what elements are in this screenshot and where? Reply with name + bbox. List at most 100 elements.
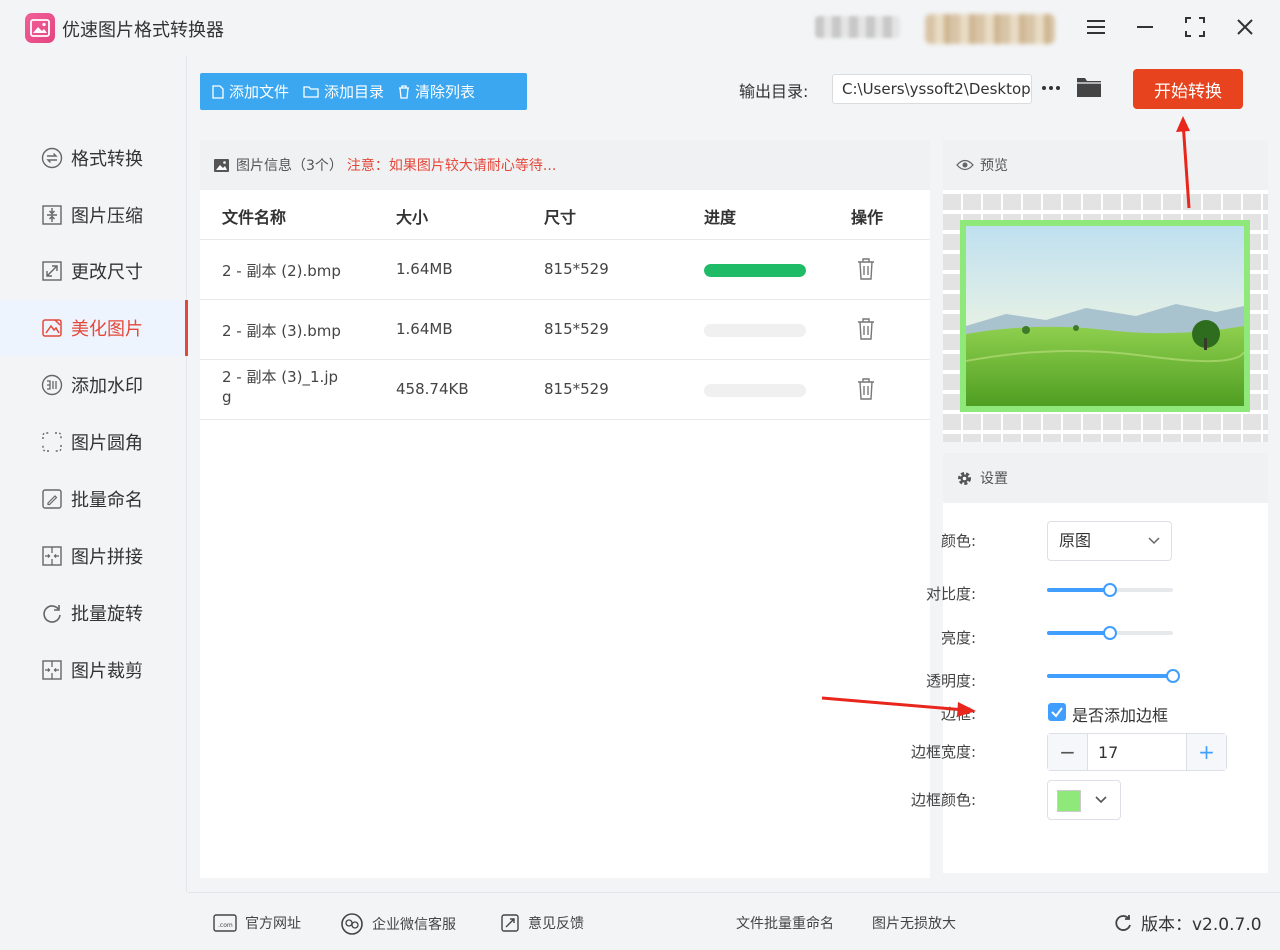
sidebar-item-format-convert[interactable]: 格式转换	[0, 130, 187, 186]
border-width-stepper[interactable]: − 17 +	[1047, 733, 1227, 771]
column-header-size: 大小	[396, 208, 429, 227]
app-title: 优速图片格式转换器	[62, 20, 224, 41]
file-dims: 815*529	[544, 260, 609, 278]
contrast-label: 对比度:	[925, 585, 976, 603]
delete-icon[interactable]	[856, 377, 876, 401]
chevron-down-icon	[1095, 796, 1107, 804]
table-row[interactable]: 2 - 副本 (3).bmp 1.64MB 815*529	[200, 300, 930, 360]
border-label: 边框:	[940, 705, 976, 723]
sidebar-item-resize[interactable]: 更改尺寸	[0, 243, 187, 299]
check-icon	[1051, 707, 1063, 718]
column-header-action: 操作	[851, 208, 884, 227]
progress-bar	[704, 384, 806, 397]
file-dims: 815*529	[544, 320, 609, 338]
sidebar-item-rename[interactable]: 批量命名	[0, 471, 187, 527]
feedback-icon	[501, 914, 519, 932]
border-color-picker[interactable]	[1047, 780, 1121, 820]
decrement-button[interactable]: −	[1048, 734, 1088, 770]
open-folder-icon[interactable]	[1076, 75, 1102, 103]
add-border-checkbox[interactable]	[1048, 703, 1066, 721]
version-info[interactable]: 版本：v2.0.7.0	[1113, 910, 1262, 935]
file-icon	[212, 84, 224, 99]
brightness-slider[interactable]	[1047, 625, 1173, 641]
table-row[interactable]: 2 - 副本 (2).bmp 1.64MB 815*529	[200, 240, 930, 300]
opacity-slider[interactable]	[1047, 668, 1180, 684]
svg-text:.com: .com	[218, 922, 233, 929]
sidebar-item-watermark[interactable]: 添加水印	[0, 357, 187, 413]
crop-icon	[40, 658, 64, 682]
sidebar-item-compress[interactable]: 图片压缩	[0, 187, 187, 243]
file-toolbar: 添加文件 添加目录 清除列表	[200, 73, 527, 110]
border-color-label: 边框颜色:	[910, 791, 976, 809]
clear-list-button[interactable]: 清除列表	[398, 81, 475, 102]
image-icon	[214, 158, 229, 172]
app-logo-icon	[25, 13, 55, 43]
file-list-panel: 图片信息（3个） 注意：如果图片较大请耐心等待... 文件名称 大小 尺寸 进度…	[200, 140, 930, 878]
website-icon: .com	[213, 914, 237, 932]
sidebar-item-beautify[interactable]: 美化图片	[0, 300, 188, 356]
feedback-link[interactable]: 意见反馈	[500, 913, 584, 933]
wechat-support-link[interactable]: 企业微信客服	[340, 913, 456, 935]
border-width-value[interactable]: 17	[1098, 743, 1118, 762]
column-header-name: 文件名称	[222, 208, 287, 227]
eye-icon	[956, 159, 974, 171]
delete-icon[interactable]	[856, 257, 876, 281]
refresh-icon	[1115, 914, 1131, 931]
blurred-user-info	[815, 16, 900, 38]
color-select[interactable]: 原图	[1047, 521, 1172, 561]
column-header-dims: 尺寸	[544, 208, 577, 227]
round-corner-icon	[40, 430, 64, 454]
batch-rename-link[interactable]: 文件批量重命名	[736, 913, 834, 933]
official-website-link[interactable]: .com 官方网址	[213, 913, 301, 933]
file-size: 458.74KB	[396, 380, 469, 398]
sidebar-item-round-corner[interactable]: 图片圆角	[0, 414, 187, 470]
beautify-icon	[40, 316, 64, 340]
slider-handle[interactable]	[1166, 669, 1180, 683]
column-header-progress: 进度	[704, 208, 737, 227]
resize-icon	[40, 259, 64, 283]
lossless-upscale-link[interactable]: 图片无损放大	[872, 913, 956, 933]
close-icon[interactable]	[1230, 12, 1260, 42]
brightness-label: 亮度:	[940, 629, 976, 647]
file-name: 2 - 副本 (3).bmp	[222, 322, 341, 340]
output-dir-field[interactable]: C:\Users\yssoft2\Desktop	[832, 74, 1032, 104]
slider-handle[interactable]	[1103, 626, 1117, 640]
color-swatch	[1057, 790, 1081, 812]
border-width-label: 边框宽度:	[910, 743, 976, 761]
file-name: 2 - 副本 (2).bmp	[222, 262, 341, 280]
delete-icon[interactable]	[856, 317, 876, 341]
progress-bar	[704, 264, 806, 277]
file-name: 2 - 副本 (3)_1.jp g	[222, 367, 338, 407]
slider-handle[interactable]	[1103, 583, 1117, 597]
wechat-icon	[341, 913, 363, 935]
file-size: 1.64MB	[396, 320, 453, 338]
minimize-icon[interactable]	[1130, 12, 1160, 42]
menu-icon[interactable]	[1081, 12, 1111, 42]
rotate-icon	[40, 601, 64, 625]
format-convert-icon	[40, 146, 64, 170]
opacity-label: 透明度:	[925, 672, 976, 690]
add-file-button[interactable]: 添加文件	[212, 81, 289, 102]
contrast-slider[interactable]	[1047, 582, 1173, 598]
file-panel-notice: 注意：如果图片较大请耐心等待...	[346, 158, 557, 174]
file-panel-header: 图片信息（3个） 注意：如果图片较大请耐心等待...	[200, 140, 930, 190]
more-options-icon[interactable]	[1040, 78, 1062, 98]
file-panel-title: 图片信息（3个）	[236, 158, 343, 174]
progress-bar	[704, 324, 806, 337]
increment-button[interactable]: +	[1186, 734, 1226, 770]
table-row[interactable]: 2 - 副本 (3)_1.jp g 458.74KB 815*529	[200, 360, 930, 420]
sidebar-item-crop[interactable]: 图片裁剪	[0, 642, 187, 698]
sidebar-item-rotate[interactable]: 批量旋转	[0, 585, 187, 641]
output-dir-label: 输出目录:	[739, 82, 809, 101]
add-border-label[interactable]: 是否添加边框	[1072, 702, 1168, 726]
preview-image	[960, 220, 1250, 412]
preview-panel: 预览	[943, 140, 1268, 442]
settings-panel: 设置 颜色: 原图 对比度: 亮度: 透明度: 边框: 是否添加边框 边框宽度:…	[911, 453, 1268, 873]
maximize-icon[interactable]	[1180, 12, 1210, 42]
footer-bar: .com 官方网址 企业微信客服 意见反馈 文件批量重命名 图片无损放大 版本：…	[188, 892, 1280, 950]
add-directory-button[interactable]: 添加目录	[303, 81, 384, 102]
color-label: 颜色:	[940, 532, 976, 550]
sidebar-item-stitch[interactable]: 图片拼接	[0, 528, 187, 584]
preview-header: 预览	[943, 140, 1268, 190]
start-convert-button[interactable]: 开始转换	[1133, 69, 1243, 109]
